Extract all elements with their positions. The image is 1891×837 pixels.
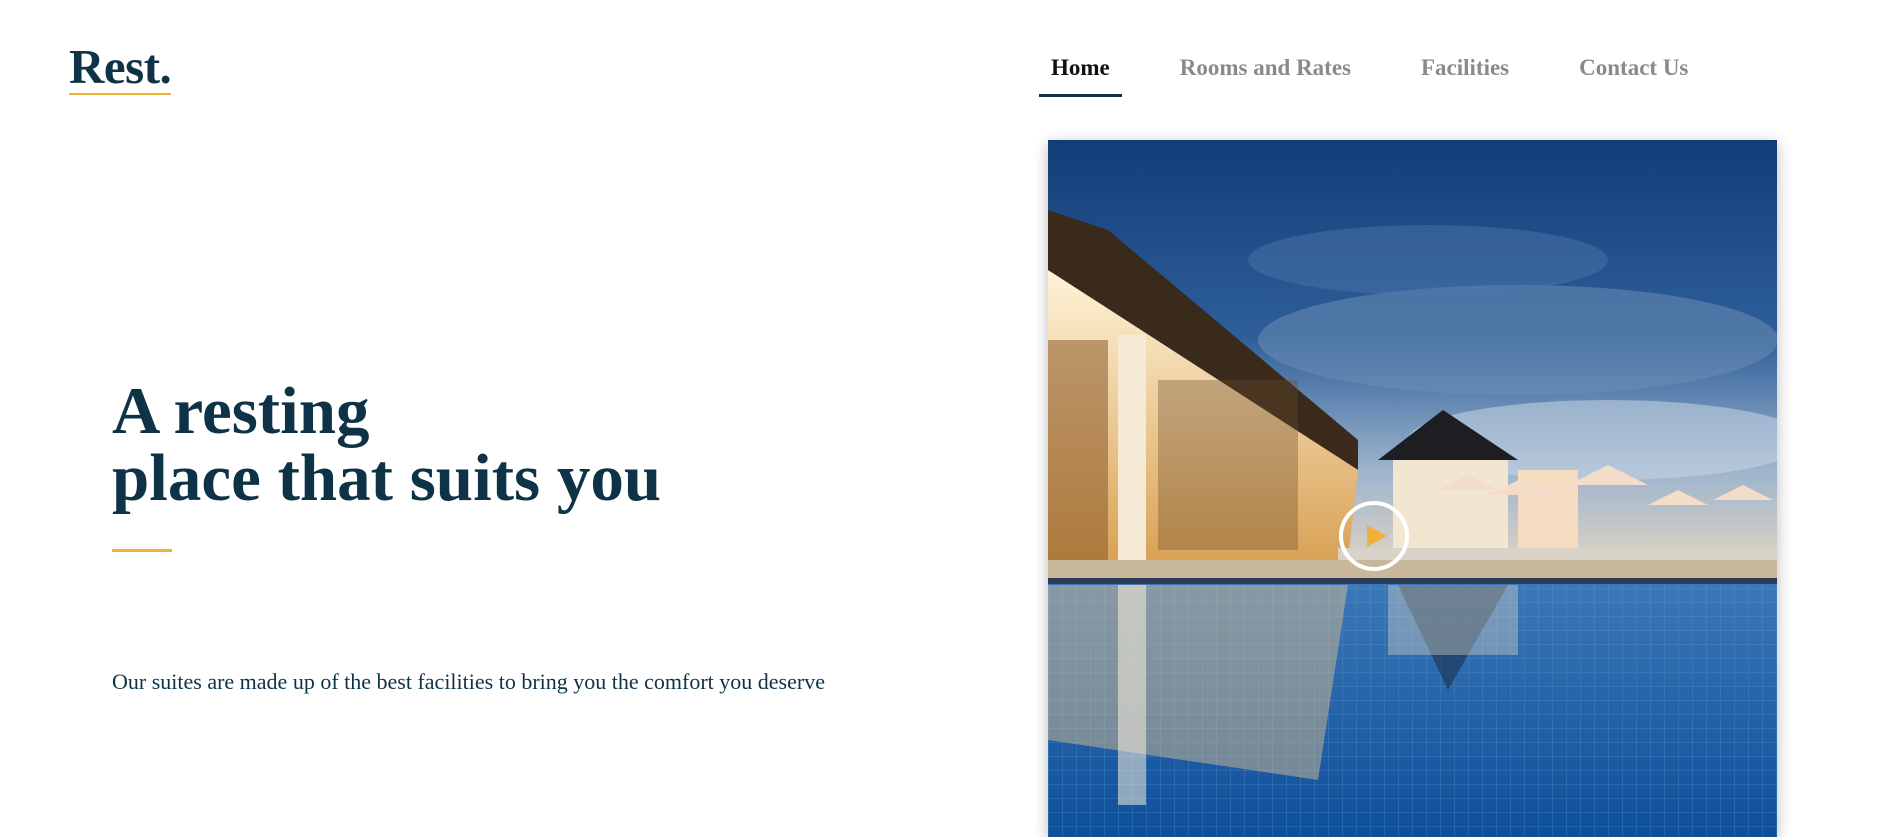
- hero-title-line-2: place that suits you: [112, 441, 662, 515]
- nav-facilities[interactable]: Facilities: [1409, 52, 1521, 97]
- hero-video[interactable]: [1048, 140, 1777, 837]
- hero-title: A resting place that suits you: [112, 378, 661, 512]
- resort-pool-image: [1048, 140, 1777, 837]
- main-nav: Home Rooms and Rates Facilities Contact …: [1039, 52, 1746, 97]
- nav-home[interactable]: Home: [1039, 52, 1122, 97]
- play-button[interactable]: [1339, 501, 1409, 571]
- hero-title-line-1: A resting: [112, 374, 370, 448]
- landing-page: Rest. Home Rooms and Rates Facilities Co…: [0, 0, 1891, 837]
- title-accent-divider: [112, 549, 172, 552]
- logo[interactable]: Rest.: [69, 42, 172, 95]
- hero-description: Our suites are made up of the best facil…: [112, 669, 825, 694]
- nav-contact-us[interactable]: Contact Us: [1567, 52, 1700, 97]
- nav-rooms-and-rates[interactable]: Rooms and Rates: [1168, 52, 1363, 97]
- play-icon: [1367, 525, 1387, 547]
